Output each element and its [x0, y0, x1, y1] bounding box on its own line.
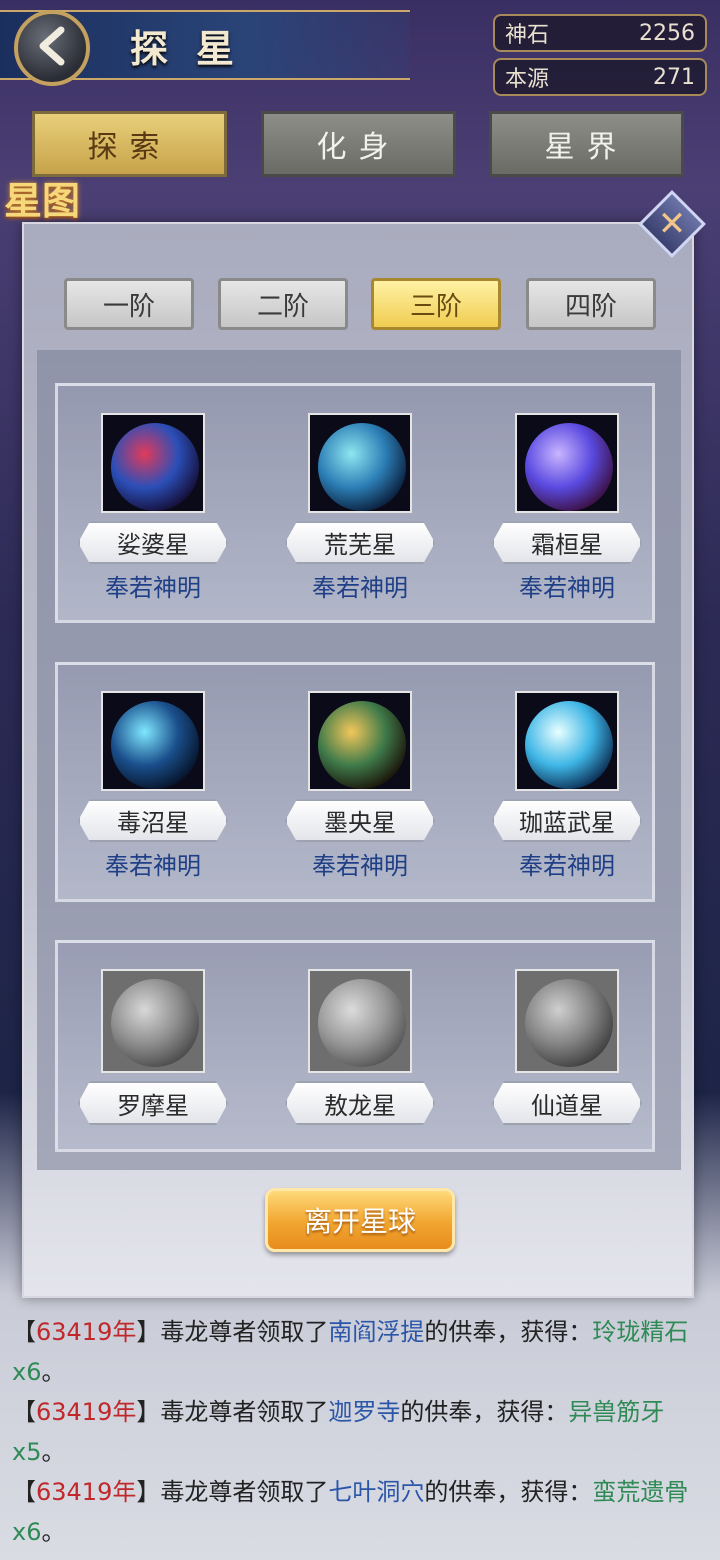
planet-image [308, 691, 412, 792]
planet-card[interactable]: 毒沼星 奉若神明 [73, 691, 233, 881]
tab-label: 探索 [87, 130, 172, 165]
resource-shenshi: 神石 2256 [493, 14, 707, 52]
planet-name: 墨央星 [285, 799, 435, 842]
planet-name: 仙道星 [492, 1081, 642, 1125]
planet-owner: 奉若神明 [312, 852, 408, 880]
tab-label: 星界 [544, 130, 629, 165]
tier-label: 二阶 [256, 291, 309, 322]
planet-name: 荒芜星 [285, 521, 435, 564]
planet-image [101, 413, 205, 514]
tier-tab-3[interactable]: 三阶 [371, 278, 501, 330]
planet-image [101, 691, 205, 792]
tier-label: 四阶 [564, 291, 617, 322]
planet-name: 罗摩星 [78, 1081, 228, 1125]
resource-benyuan: 本源 271 [493, 58, 707, 96]
planet-name: 霜桓星 [492, 521, 642, 564]
button-label: 离开星球 [303, 1205, 416, 1238]
planet-card[interactable]: 珈蓝武星 奉若神明 [487, 691, 647, 881]
tab-label: 化身 [316, 130, 401, 165]
tab-avatar[interactable]: 化身 [261, 111, 456, 177]
close-button[interactable]: ✕ [636, 188, 708, 260]
planet-card[interactable]: 罗摩星 [73, 969, 233, 1159]
planet-card[interactable]: 霜桓星 奉若神明 [487, 413, 647, 603]
planet-image [101, 969, 205, 1073]
chevron-left-icon [35, 26, 69, 70]
close-icon: ✕ [657, 204, 687, 244]
planet-card[interactable]: 墨央星 奉若神明 [280, 691, 440, 881]
planet-name: 珈蓝武星 [492, 799, 642, 842]
planet-card[interactable]: 仙道星 [487, 969, 647, 1159]
tier-tab-2[interactable]: 二阶 [218, 278, 348, 330]
planet-image [308, 969, 412, 1073]
log-entry: 【63419年】毒龙尊者领取了迦罗寺的供奉，获得：异兽筋牙x5。 [12, 1398, 665, 1466]
planet-image [515, 969, 619, 1073]
planet-image [308, 413, 412, 514]
tier-label: 一阶 [102, 291, 155, 322]
planet-card[interactable]: 荒芜星 奉若神明 [280, 413, 440, 603]
leave-planet-button[interactable]: 离开星球 [265, 1188, 455, 1252]
planet-image [515, 413, 619, 514]
log-entry: 【63419年】毒龙尊者领取了南阎浮提的供奉，获得：玲珑精石x6。 [12, 1318, 689, 1386]
planet-owner: 奉若神明 [519, 574, 615, 602]
planet-owner: 奉若神明 [105, 574, 201, 602]
planet-owner: 奉若神明 [105, 852, 201, 880]
resource-label: 神石 [505, 23, 550, 48]
log-entry: 【63419年】毒龙尊者领取了七叶洞穴的供奉，获得：蛮荒遗骨x6。 [12, 1478, 689, 1546]
star-map-logo: 星图 [4, 178, 81, 223]
resource-value: 2256 [639, 20, 695, 46]
planet-owner: 奉若神明 [312, 574, 408, 602]
tab-explore[interactable]: 探索 [32, 111, 227, 177]
planet-image [515, 691, 619, 792]
resource-value: 271 [653, 64, 695, 90]
back-button[interactable] [14, 10, 90, 86]
page-title: 探星 [130, 26, 263, 71]
planet-card[interactable]: 敖龙星 [280, 969, 440, 1159]
event-log: 【63419年】毒龙尊者领取了南阎浮提的供奉，获得：玲珑精石x6。 【63419… [12, 1312, 712, 1552]
planet-name: 敖龙星 [285, 1081, 435, 1125]
tier-tab-1[interactable]: 一阶 [64, 278, 194, 330]
tier-tab-4[interactable]: 四阶 [526, 278, 656, 330]
resource-label: 本源 [505, 67, 550, 92]
planet-name: 娑婆星 [78, 521, 228, 564]
tier-label: 三阶 [409, 291, 462, 322]
planet-name: 毒沼星 [78, 799, 228, 842]
planet-card[interactable]: 娑婆星 奉若神明 [73, 413, 233, 603]
tab-star-realm[interactable]: 星界 [489, 111, 684, 177]
planet-owner: 奉若神明 [519, 852, 615, 880]
